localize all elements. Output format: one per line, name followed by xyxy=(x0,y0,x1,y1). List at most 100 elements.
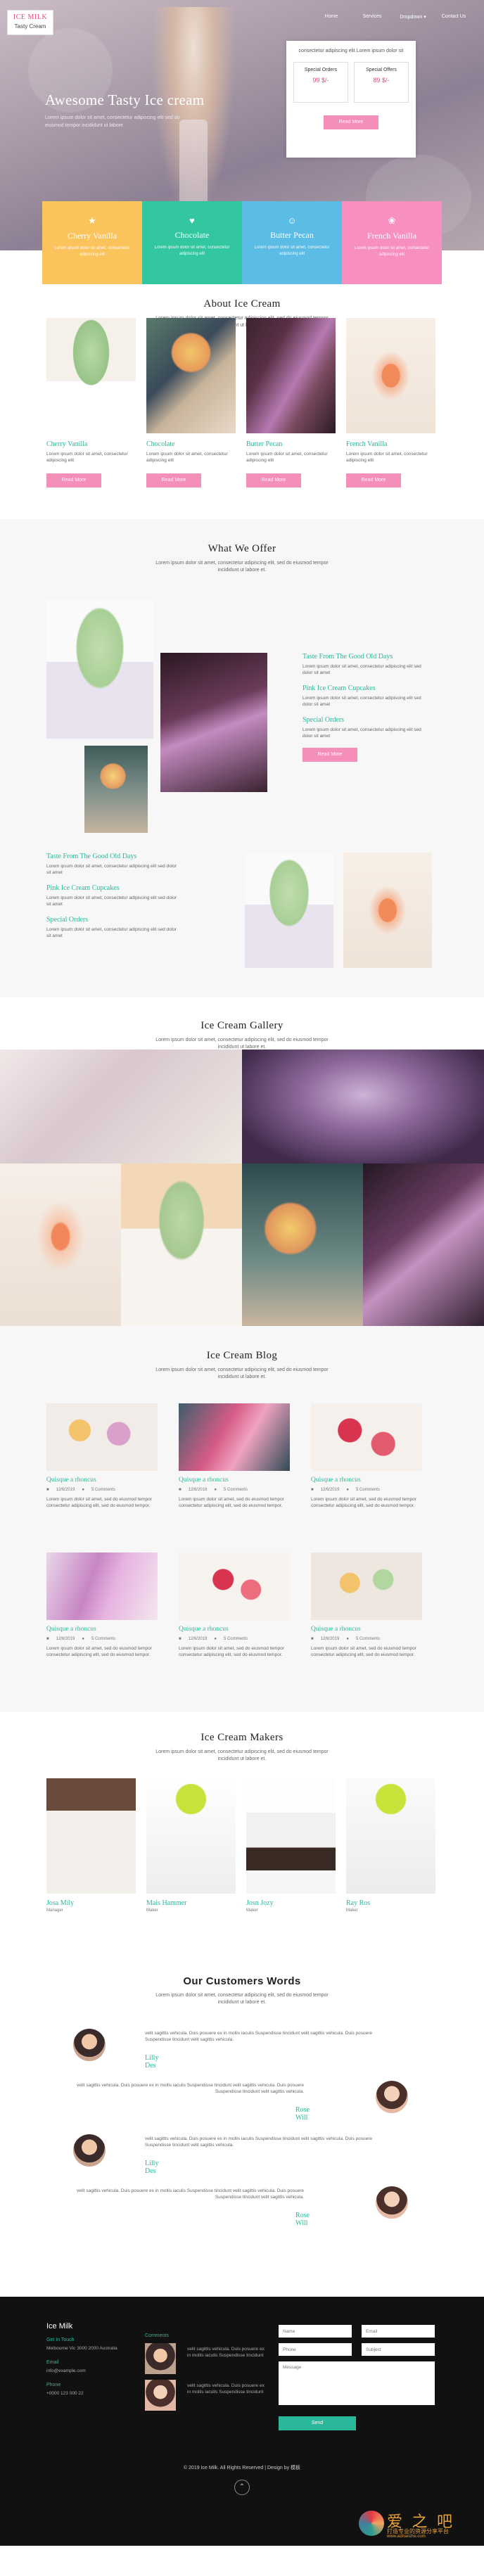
reviewer-name: Lilly Des xyxy=(145,2160,159,2175)
offer-read-more-button[interactable]: Read More xyxy=(302,748,357,762)
testimonials-section: Our Customers Words Lorem ipsum dolor si… xyxy=(0,1950,484,2297)
blog-title[interactable]: Quisque a rhoncus xyxy=(311,1626,422,1633)
offer-item-title: Taste From The Good Old Days xyxy=(46,853,137,860)
send-button[interactable]: Send xyxy=(279,2416,356,2430)
section-title: What We Offer xyxy=(208,543,276,554)
blog-date: 12/6/2019 xyxy=(320,1637,340,1641)
name-input[interactable] xyxy=(279,2325,352,2338)
flower-icon: ❀ xyxy=(388,215,396,226)
watermark: 爱 之 吧 打造专业的资源分享平台 www.aizhanzhe.com xyxy=(359,2506,478,2542)
blog-comments: 5 Comments xyxy=(91,1488,115,1492)
blog-post[interactable]: Quisque a rhoncus ■ 12/6/2019 ● 5 Comments … xyxy=(311,1403,422,1509)
flavor-name: Cherry Vanilla xyxy=(67,231,117,241)
blog-section: Ice Cream Blog Lorem ipsum dolor sit ame… xyxy=(0,1326,484,1712)
blog-comments: 5 Comments xyxy=(91,1637,115,1641)
section-title: Our Customers Words xyxy=(183,1975,301,1987)
calendar-icon: ■ xyxy=(179,1637,182,1641)
comment-avatar xyxy=(145,2380,176,2411)
offer-item-title: Special Orders xyxy=(302,716,345,724)
gallery-image[interactable] xyxy=(242,1050,484,1163)
blog-desc: Lorem ipsum dolor sit amet, sed do eiusm… xyxy=(179,1497,284,1508)
heart-icon: ♥ xyxy=(189,215,195,226)
blog-desc: Lorem ipsum dolor sit amet, sed do eiusm… xyxy=(179,1646,284,1657)
blog-title[interactable]: Quisque a rhoncus xyxy=(311,1477,422,1484)
gallery-image[interactable] xyxy=(121,1163,242,1326)
blog-title[interactable]: Quisque a rhoncus xyxy=(46,1477,158,1484)
read-more-button[interactable]: Read More xyxy=(46,473,101,487)
nav-item-home[interactable]: Home xyxy=(311,14,352,20)
blog-post[interactable]: Quisque a rhoncus ■ 12/6/2019 ● 5 Comments … xyxy=(46,1552,158,1658)
phone-input[interactable] xyxy=(279,2343,352,2356)
reviewer-avatar xyxy=(73,2134,106,2167)
offer-list-right: Taste From The Good Old Days Lorem ipsum… xyxy=(302,653,429,762)
section-subtitle: Lorem ipsum dolor sit amet, consectetur … xyxy=(155,1749,329,1761)
blog-title[interactable]: Quisque a rhoncus xyxy=(179,1626,290,1633)
price-card-offers[interactable]: Special Offers 89 $/- xyxy=(354,62,409,103)
gallery-image[interactable] xyxy=(242,1163,363,1326)
price-card-price: 89 $/- xyxy=(373,77,390,84)
price-card-price: 99 $/- xyxy=(312,77,329,84)
gallery-image[interactable] xyxy=(0,1050,242,1163)
nav-item-contact[interactable]: Contact Us xyxy=(433,14,474,20)
maker-photo xyxy=(46,1778,136,1894)
blog-post[interactable]: Quisque a rhoncus ■ 12/6/2019 ● 5 Comments … xyxy=(179,1552,290,1658)
makers-section: Ice Cream Makers Lorem ipsum dolor sit a… xyxy=(0,1712,484,1950)
main-nav: Home Services Dropdown ▾ Contact Us xyxy=(311,14,474,20)
reviewer-avatar xyxy=(73,2029,106,2061)
ice-cream-scoop-image xyxy=(160,653,267,792)
comment-avatar xyxy=(145,2343,176,2374)
gallery-image[interactable] xyxy=(363,1163,484,1326)
price-card-name: Special Offers xyxy=(366,68,397,72)
footer: Ice Milk Get In Touch Melbourne Vic 3000… xyxy=(0,2297,484,2546)
blog-post[interactable]: Quisque a rhoncus ■ 12/6/2019 ● 5 Comments … xyxy=(311,1552,422,1658)
scroll-top-icon[interactable]: ⌃ xyxy=(234,2480,250,2495)
nav-item-services[interactable]: Services xyxy=(352,14,393,20)
maker-name: Josa Mily xyxy=(46,1899,75,1907)
review-text: velit sagittis vehicula. Duis posuere ex… xyxy=(77,2083,304,2094)
maker-photo xyxy=(246,1778,336,1894)
nav-item-dropdown[interactable]: Dropdown ▾ xyxy=(393,14,433,20)
about-item-name: Cherry Vanilla xyxy=(46,440,88,448)
email-input[interactable] xyxy=(362,2325,435,2338)
blog-desc: Lorem ipsum dolor sit amet, sed do eiusm… xyxy=(311,1497,416,1508)
subject-input[interactable] xyxy=(362,2343,435,2356)
blog-post[interactable]: Quisque a rhoncus ■ 12/6/2019 ● 5 Comments … xyxy=(179,1403,290,1509)
maker-name: Mais Hammer xyxy=(146,1899,187,1907)
message-textarea[interactable] xyxy=(279,2361,435,2405)
blog-post[interactable]: Quisque a rhoncus ■ 12/6/2019 ● 5 Comments … xyxy=(46,1403,158,1509)
read-more-button[interactable]: Read More xyxy=(146,473,201,487)
watermark-logo-icon xyxy=(359,2511,384,2536)
maker-role: Manager xyxy=(46,1908,63,1913)
reviewer-name: Lilly Des xyxy=(145,2054,159,2070)
top-navbar: ICE MILK Tasty Cream Home Services Dropd… xyxy=(0,0,484,41)
blog-title[interactable]: Quisque a rhoncus xyxy=(179,1477,290,1484)
blog-date: 12/6/2019 xyxy=(320,1488,340,1492)
flavor-name: French Vanilla xyxy=(367,231,417,241)
price-card-name: Special Orders xyxy=(304,68,338,72)
footer-phone: +0000 123 000 22 xyxy=(46,2391,84,2396)
offer-item-desc: Lorem ipsum dolor sit amet, consectetur … xyxy=(302,696,421,707)
price-box-text: consectetur adipiscing elit Lorem ipsum … xyxy=(298,49,404,53)
flavor-name: Butter Pecan xyxy=(270,230,314,240)
read-more-button[interactable]: Read More xyxy=(346,473,401,487)
copyright: © 2019 Ice Milk. All Rights Reserved | D… xyxy=(183,2466,301,2470)
ice-cream-cup-image xyxy=(46,318,136,433)
about-item-name: Butter Pecan xyxy=(246,440,283,448)
blog-title[interactable]: Quisque a rhoncus xyxy=(46,1626,158,1633)
offer-section: What We Offer Lorem ipsum dolor sit amet… xyxy=(0,519,484,997)
gallery-image[interactable] xyxy=(0,1163,121,1326)
about-item-desc: Lorem ipsum dolor sit amet, consectetur … xyxy=(346,452,428,463)
blog-date: 12/6/2019 xyxy=(56,1488,75,1492)
maker-card: Ray Ros Maker xyxy=(346,1778,435,1913)
star-icon: ★ xyxy=(88,215,96,226)
blog-comments: 5 Comments xyxy=(223,1637,248,1641)
brand-name: ICE MILK xyxy=(13,13,48,21)
footer-brand: Ice Milk xyxy=(46,2322,73,2330)
brand-logo[interactable]: ICE MILK Tasty Cream xyxy=(7,10,53,35)
read-more-button[interactable]: Read More xyxy=(246,473,301,487)
footer-email[interactable]: info@example.com xyxy=(46,2368,86,2373)
price-card-orders[interactable]: Special Orders 99 $/- xyxy=(293,62,348,103)
comment-icon: ● xyxy=(214,1637,217,1641)
blog-image xyxy=(46,1403,158,1471)
price-read-more-button[interactable]: Read More xyxy=(324,115,378,129)
